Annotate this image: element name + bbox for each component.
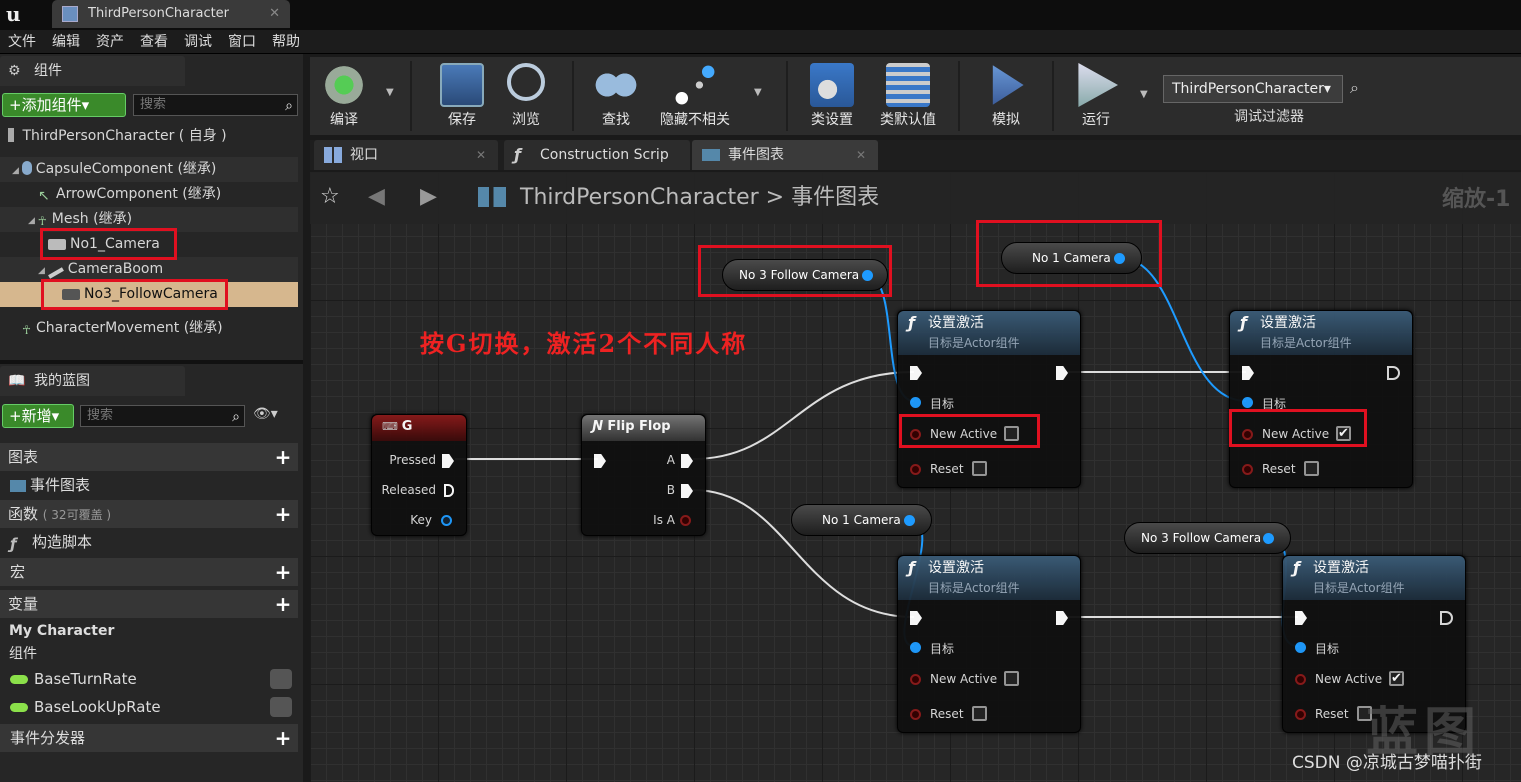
flipflop-isa-pin[interactable] [680, 515, 691, 526]
target-pin[interactable] [1242, 397, 1253, 408]
reset-checkbox[interactable] [972, 461, 987, 476]
get-no1-camera-node-2[interactable]: No 1 Camera [791, 504, 932, 536]
pin-label: Reset [930, 462, 964, 476]
node-title: 设置激活 [928, 315, 984, 331]
exec-out-pin[interactable] [1056, 366, 1068, 380]
new-active-pin[interactable] [910, 674, 921, 685]
highlight-box [899, 414, 1040, 448]
pin-label: New Active [1315, 672, 1383, 686]
set-active-node-2[interactable]: ƒ 设置激活 目标是Actor组件 目标 New Active ✔ Reset [1229, 310, 1413, 488]
exec-in-pin[interactable] [910, 366, 922, 380]
node-header: ⌨ G [372, 415, 466, 441]
node-title: G [401, 419, 413, 434]
highlight-box [41, 279, 228, 310]
node-header: ƒ 设置激活目标是Actor组件 [898, 556, 1080, 600]
new-active-checkbox[interactable] [1004, 671, 1019, 686]
reset-checkbox[interactable] [1304, 461, 1319, 476]
released-exec-pin[interactable] [444, 484, 454, 497]
pin-label: Released [381, 483, 436, 497]
node-subtitle: 目标是Actor组件 [1260, 336, 1352, 350]
exec-out-pin[interactable] [1056, 611, 1068, 625]
annotation-text: 按G切换，激活2个不同人称 [420, 329, 748, 358]
reset-pin[interactable] [910, 464, 921, 475]
function-icon: ƒ [908, 313, 915, 332]
pin-label: 目标 [930, 642, 955, 656]
node-title: No 1 Camera [822, 513, 901, 527]
set-active-node-3[interactable]: ƒ 设置激活目标是Actor组件 目标 New Active Reset [897, 555, 1081, 733]
pin-label: Reset [930, 707, 964, 721]
exec-out-pin[interactable] [1387, 366, 1400, 380]
function-icon: ƒ [908, 558, 915, 577]
pin-label: Key [410, 513, 432, 527]
node-header: Ɲ Flip Flop [582, 415, 705, 441]
function-icon: ƒ [1293, 558, 1300, 577]
node-header: ƒ 设置激活目标是Actor组件 [898, 311, 1080, 355]
exec-out-pin[interactable] [1440, 611, 1453, 625]
node-title: 设置激活 [1313, 560, 1369, 576]
highlight-box [698, 245, 892, 297]
object-out-pin[interactable] [904, 515, 915, 526]
exec-in-pin[interactable] [1295, 611, 1307, 625]
exec-in-pin[interactable] [1242, 366, 1254, 380]
node-title: Flip Flop [607, 419, 671, 434]
node-title: 设置激活 [928, 560, 984, 576]
input-key-g-node[interactable]: ⌨ G Pressed Released Key [371, 414, 467, 536]
node-subtitle: 目标是Actor组件 [1313, 581, 1405, 595]
highlight-box [976, 220, 1162, 287]
node-header: ƒ 设置激活目标是Actor组件 [1230, 311, 1412, 355]
pressed-exec-pin[interactable] [442, 454, 454, 468]
pin-label: A [666, 453, 675, 467]
flipflop-node[interactable]: Ɲ Flip Flop A B Is A [581, 414, 706, 536]
target-pin[interactable] [1295, 642, 1306, 653]
reset-checkbox[interactable] [972, 706, 987, 721]
pin-label: Is A [653, 513, 675, 527]
target-pin[interactable] [910, 642, 921, 653]
pin-label: 目标 [1315, 642, 1340, 656]
pin-label: New Active [930, 672, 998, 686]
pin-label: Reset [1262, 462, 1296, 476]
exec-wire [692, 371, 915, 460]
node-subtitle: 目标是Actor组件 [928, 336, 1020, 350]
function-icon: ƒ [1240, 313, 1247, 332]
highlight-box [1229, 409, 1367, 447]
highlight-box [40, 228, 177, 260]
get-no3-followcamera-node-2[interactable]: No 3 Follow Camera [1124, 522, 1291, 554]
pin-label: 目标 [930, 397, 955, 411]
pin-label: Pressed [389, 453, 436, 467]
target-pin[interactable] [910, 397, 921, 408]
reset-pin[interactable] [910, 709, 921, 720]
new-active-checkbox-checked[interactable]: ✔ [1389, 671, 1404, 686]
set-active-node-1[interactable]: ƒ 设置激活 目标是Actor组件 目标 New Active Reset [897, 310, 1081, 488]
flipflop-icon: Ɲ [592, 419, 608, 434]
exec-in-pin[interactable] [910, 611, 922, 625]
node-title: No 3 Follow Camera [1141, 531, 1262, 545]
flipflop-exec-in-pin[interactable] [594, 454, 606, 468]
flipflop-b-pin[interactable] [681, 484, 693, 498]
reset-pin[interactable] [1242, 464, 1253, 475]
node-title: 设置激活 [1260, 315, 1316, 331]
node-header: ƒ 设置激活目标是Actor组件 [1283, 556, 1465, 600]
reset-pin[interactable] [1295, 709, 1306, 720]
key-struct-pin[interactable] [441, 515, 452, 526]
pin-label: Reset [1315, 707, 1349, 721]
node-subtitle: 目标是Actor组件 [928, 581, 1020, 595]
flipflop-a-pin[interactable] [681, 454, 693, 468]
csdn-watermark: CSDN @凉城古梦喵扑街 [1292, 753, 1482, 773]
keyboard-icon: ⌨ [382, 420, 402, 433]
pin-label: B [666, 483, 675, 497]
new-active-pin[interactable] [1295, 674, 1306, 685]
object-out-pin[interactable] [1263, 533, 1274, 544]
